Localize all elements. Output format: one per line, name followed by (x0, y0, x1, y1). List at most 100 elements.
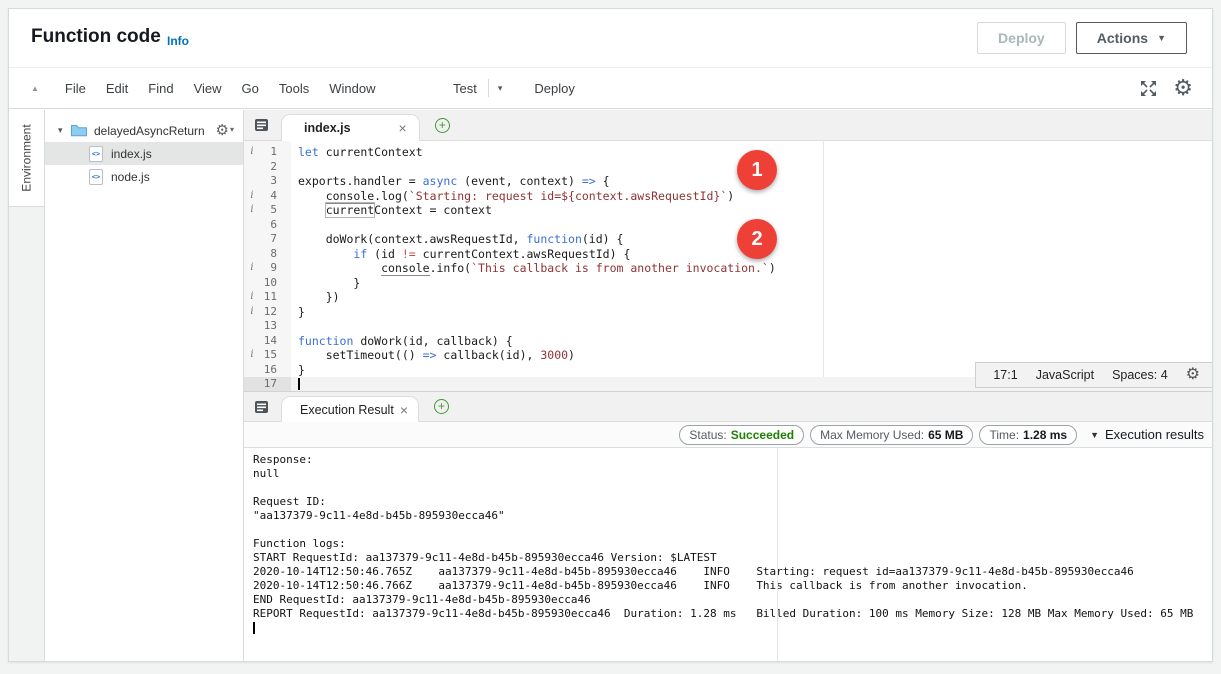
javascript-file-icon: <> (89, 146, 103, 162)
code-line-11[interactable]: i11 }) (244, 290, 1212, 305)
menu-item-tools[interactable]: Tools (269, 81, 319, 96)
test-dropdown-icon[interactable]: ▾ (492, 83, 509, 94)
editor-tabbar: index.js × + (244, 110, 1212, 141)
code-line-4[interactable]: i4 console.log(`Starting: request id=${c… (244, 189, 1212, 204)
results-tabbar: Execution Result × + (244, 392, 1212, 422)
menu-item-window[interactable]: Window (319, 81, 385, 96)
code-lines: i1let currentContext23exports.handler = … (244, 145, 1212, 391)
chevron-down-icon: ▼ (1157, 33, 1166, 43)
code-line-14[interactable]: 14function doWork(id, callback) { (244, 334, 1212, 349)
code-line-3[interactable]: 3exports.handler = async (event, context… (244, 174, 1212, 189)
tab-index-js[interactable]: index.js × (281, 114, 420, 141)
gutter-line-2[interactable]: 2 (244, 160, 291, 175)
gutter-line-13[interactable]: 13 (244, 319, 291, 334)
code-editor-pane: index.js × + i1let currentContext23expor… (244, 110, 1212, 391)
code-line-15[interactable]: i15 setTimeout(() => callback(id), 3000) (244, 348, 1212, 363)
folder-settings-gear-icon[interactable]: ⚙▾ (216, 123, 234, 138)
menu-divider (488, 79, 489, 97)
language-mode[interactable]: JavaScript (1036, 368, 1094, 382)
code-line-10[interactable]: 10 } (244, 276, 1212, 291)
info-annotation-icon: i (244, 145, 260, 160)
menu-items: FileEditFindViewGoToolsWindow (55, 81, 386, 96)
code-line-6[interactable]: 6 (244, 218, 1212, 233)
new-tab-icon[interactable]: + (434, 399, 449, 414)
gutter-line-4[interactable]: i4 (244, 189, 291, 204)
info-annotation-icon: i (244, 261, 260, 276)
fullscreen-icon[interactable] (1139, 79, 1158, 98)
result-badges: Status:SucceededMax Memory Used:65 MBTim… (679, 425, 1077, 445)
text-cursor (298, 378, 300, 390)
collapse-pane-icon[interactable]: ▲ (31, 84, 39, 93)
close-tab-icon[interactable]: × (399, 120, 407, 136)
editor-status-bar[interactable]: 17:1 JavaScript Spaces: 4 ⚙ (975, 362, 1212, 388)
menu-item-find[interactable]: Find (138, 81, 183, 96)
environment-strip: Environment (9, 110, 45, 661)
code-line-1[interactable]: i1let currentContext (244, 145, 1212, 160)
gutter-line-12[interactable]: i12 (244, 305, 291, 320)
code-line-5[interactable]: i5 currentContext = context (244, 203, 1212, 218)
tab-list-icon[interactable] (254, 400, 272, 420)
gutter-line-17[interactable]: 17 (244, 377, 291, 391)
execution-output[interactable]: Response: null Request ID: "aa137379-9c1… (244, 448, 1212, 661)
gutter-line-10[interactable]: 10 (244, 276, 291, 291)
code-line-2[interactable]: 2 (244, 160, 1212, 175)
actions-button-label: Actions (1097, 30, 1148, 46)
text-cursor (253, 622, 255, 634)
menu-item-file[interactable]: File (55, 81, 96, 96)
menu-run-group: Test ▾ Deploy (445, 79, 583, 97)
gutter-line-6[interactable]: 6 (244, 218, 291, 233)
tab-list-icon[interactable] (254, 118, 272, 138)
editor-settings-gear-icon[interactable]: ⚙ (1186, 367, 1200, 383)
menu-item-view[interactable]: View (184, 81, 232, 96)
panel-header: Function code Info Deploy Actions ▼ (9, 9, 1212, 67)
close-tab-icon[interactable]: × (400, 402, 408, 418)
gutter-line-7[interactable]: 7 (244, 232, 291, 247)
gutter-line-8[interactable]: 8 (244, 247, 291, 262)
info-annotation-icon: i (244, 203, 260, 218)
menu-item-test[interactable]: Test (445, 81, 485, 96)
function-code-panel: Function code Info Deploy Actions ▼ ▲ Fi… (8, 8, 1213, 662)
tree-file-index.js[interactable]: <> index.js (45, 142, 243, 165)
gutter-line-16[interactable]: 16 (244, 363, 291, 378)
code-line-12[interactable]: i12} (244, 305, 1212, 320)
info-link[interactable]: Info (167, 34, 189, 48)
editor-column: index.js × + i1let currentContext23expor… (244, 110, 1212, 661)
editor-main-area: Environment ▾delayedAsyncReturn⚙▾ <> index… (9, 110, 1212, 661)
gutter-line-1[interactable]: i1 (244, 145, 291, 160)
environment-tab[interactable]: Environment (9, 110, 44, 207)
gutter-line-11[interactable]: i11 (244, 290, 291, 305)
actions-button[interactable]: Actions ▼ (1076, 22, 1187, 54)
code-line-8[interactable]: 8 if (id != currentContext.awsRequestId)… (244, 247, 1212, 262)
info-annotation-icon: i (244, 305, 260, 320)
gutter-line-9[interactable]: i9 (244, 261, 291, 276)
execution-results-label: Execution results (1105, 427, 1204, 442)
menu-item-deploy[interactable]: Deploy (526, 81, 582, 96)
tab-execution-result[interactable]: Execution Result × (281, 396, 419, 422)
tree-file-node.js[interactable]: <>node.js (45, 165, 243, 188)
deploy-button[interactable]: Deploy (977, 22, 1066, 54)
gutter-line-5[interactable]: i5 (244, 203, 291, 218)
tree-folder-delayedAsyncReturn[interactable]: ▾delayedAsyncReturn⚙▾ (45, 119, 243, 142)
info-annotation-icon: i (244, 290, 260, 305)
file-name: index.js (111, 147, 152, 161)
code-line-7[interactable]: 7 doWork(context.awsRequestId, function(… (244, 232, 1212, 247)
code-line-13[interactable]: 13 (244, 319, 1212, 334)
gutter-line-3[interactable]: 3 (244, 174, 291, 189)
settings-gear-icon[interactable]: ⚙ (1173, 77, 1193, 99)
javascript-file-icon: <> (89, 169, 103, 185)
cursor-position[interactable]: 17:1 (993, 368, 1017, 382)
new-tab-icon[interactable]: + (435, 118, 450, 133)
execution-result-pane: Execution Result × + Status:SucceededMax… (244, 391, 1212, 661)
menu-item-go[interactable]: Go (232, 81, 269, 96)
chevron-down-icon: ▾ (230, 125, 234, 134)
menu-item-edit[interactable]: Edit (96, 81, 138, 96)
gutter-line-15[interactable]: i15 (244, 348, 291, 363)
code-line-9[interactable]: i9 console.info(`This callback is from a… (244, 261, 1212, 276)
tab-label: Execution Result (300, 403, 394, 417)
execution-results-dropdown[interactable]: ▼ Execution results (1090, 427, 1204, 442)
file-tree: ▾delayedAsyncReturn⚙▾ <> index.js <>node.js (45, 110, 244, 661)
code-editor[interactable]: i1let currentContext23exports.handler = … (244, 141, 1212, 391)
gutter-line-14[interactable]: 14 (244, 334, 291, 349)
chevron-down-icon[interactable]: ▾ (58, 125, 71, 136)
spaces-setting[interactable]: Spaces: 4 (1112, 368, 1168, 382)
